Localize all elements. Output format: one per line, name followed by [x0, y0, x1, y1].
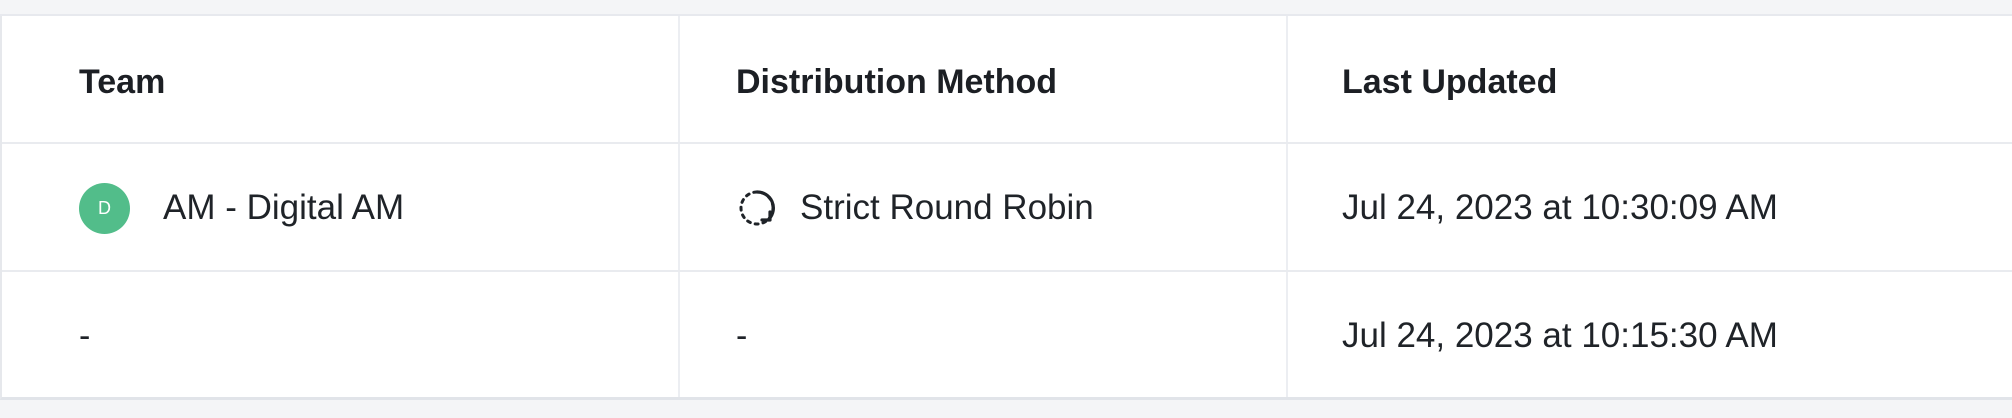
table-row[interactable]: - - Jul 24, 2023 at 10:15:30 AM — [2, 272, 2012, 397]
table-row[interactable]: D AM - Digital AM Strict Round Robin Jul… — [2, 144, 2012, 272]
distribution-method-label: Strict Round Robin — [800, 188, 1094, 227]
team-name: AM - Digital AM — [163, 188, 405, 227]
assignment-table: Team Distribution Method Last Updated D … — [0, 16, 2012, 400]
top-strip — [0, 0, 2012, 16]
column-header-distribution-method[interactable]: Distribution Method — [736, 16, 1286, 144]
team-cell: - — [79, 272, 679, 397]
distribution-method-cell: Strict Round Robin — [736, 144, 1286, 272]
column-header-team[interactable]: Team — [79, 16, 679, 144]
round-robin-icon — [736, 186, 780, 230]
distribution-method-cell: - — [736, 272, 1286, 397]
avatar: D — [79, 182, 130, 234]
team-cell: D AM - Digital AM — [79, 144, 679, 272]
team-name: - — [79, 316, 91, 355]
distribution-method-label: - — [736, 316, 748, 355]
last-updated-cell: Jul 24, 2023 at 10:15:30 AM — [1342, 316, 1778, 355]
column-header-last-updated[interactable]: Last Updated — [1342, 16, 2002, 144]
table-header-row: Team Distribution Method Last Updated — [2, 16, 2012, 144]
last-updated-cell: Jul 24, 2023 at 10:30:09 AM — [1342, 188, 1778, 227]
